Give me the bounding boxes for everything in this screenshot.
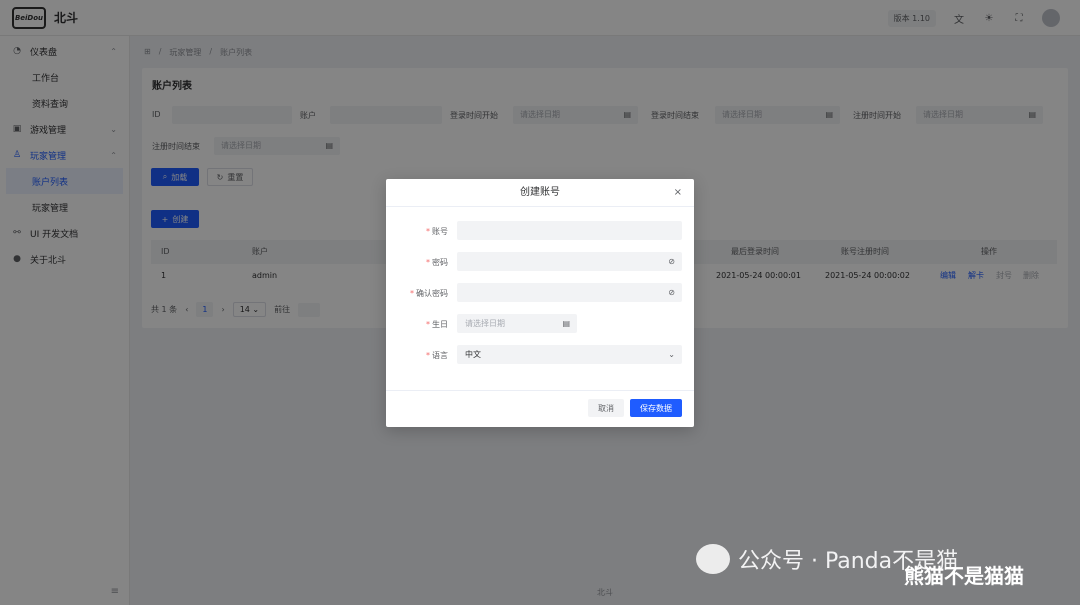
create-account-dialog: 创建账号 × * 账号 * 密码 ⊘ * 确认密码 ⊘ * 生日 请选择日期 ▤ * 语言… bbox=[386, 179, 694, 427]
wechat-icon bbox=[696, 544, 730, 574]
language-field-label-text: 语言 bbox=[432, 351, 448, 360]
dialog-footer bbox=[386, 390, 694, 391]
close-icon[interactable]: × bbox=[674, 187, 682, 198]
eye-off-icon[interactable]: ⊘ bbox=[668, 252, 675, 271]
account-field-label: * 账号 bbox=[426, 227, 448, 236]
birthday-placeholder: 请选择日期 bbox=[465, 319, 505, 328]
cancel-button[interactable]: 取消 bbox=[588, 399, 624, 417]
save-button[interactable]: 保存数据 bbox=[630, 399, 682, 417]
calendar-icon: ▤ bbox=[562, 319, 570, 328]
chevron-down-icon: ⌄ bbox=[668, 350, 675, 359]
confirm-password-field[interactable]: ⊘ bbox=[457, 283, 682, 302]
save-button-label: 保存数据 bbox=[640, 403, 672, 413]
dialog-title: 创建账号 bbox=[386, 179, 694, 207]
language-field-label: * 语言 bbox=[426, 351, 448, 360]
watermark-sub-text: 熊猫不是猫猫 bbox=[904, 564, 1024, 588]
birthday-field-label: * 生日 bbox=[426, 320, 448, 329]
password-field-label-text: 密码 bbox=[432, 258, 448, 267]
cancel-button-label: 取消 bbox=[598, 403, 614, 413]
eye-off-icon[interactable]: ⊘ bbox=[668, 283, 675, 302]
language-select[interactable]: 中文 ⌄ bbox=[457, 345, 682, 364]
birthday-field[interactable]: 请选择日期 ▤ bbox=[457, 314, 577, 333]
password-field[interactable]: ⊘ bbox=[457, 252, 682, 271]
language-value: 中文 bbox=[465, 350, 481, 359]
password-field-label: * 密码 bbox=[426, 258, 448, 267]
account-field[interactable] bbox=[457, 221, 682, 240]
confirm-password-field-label: * 确认密码 bbox=[410, 289, 448, 298]
confirm-password-field-label-text: 确认密码 bbox=[416, 289, 448, 298]
account-field-label-text: 账号 bbox=[432, 227, 448, 236]
birthday-field-label-text: 生日 bbox=[432, 320, 448, 329]
